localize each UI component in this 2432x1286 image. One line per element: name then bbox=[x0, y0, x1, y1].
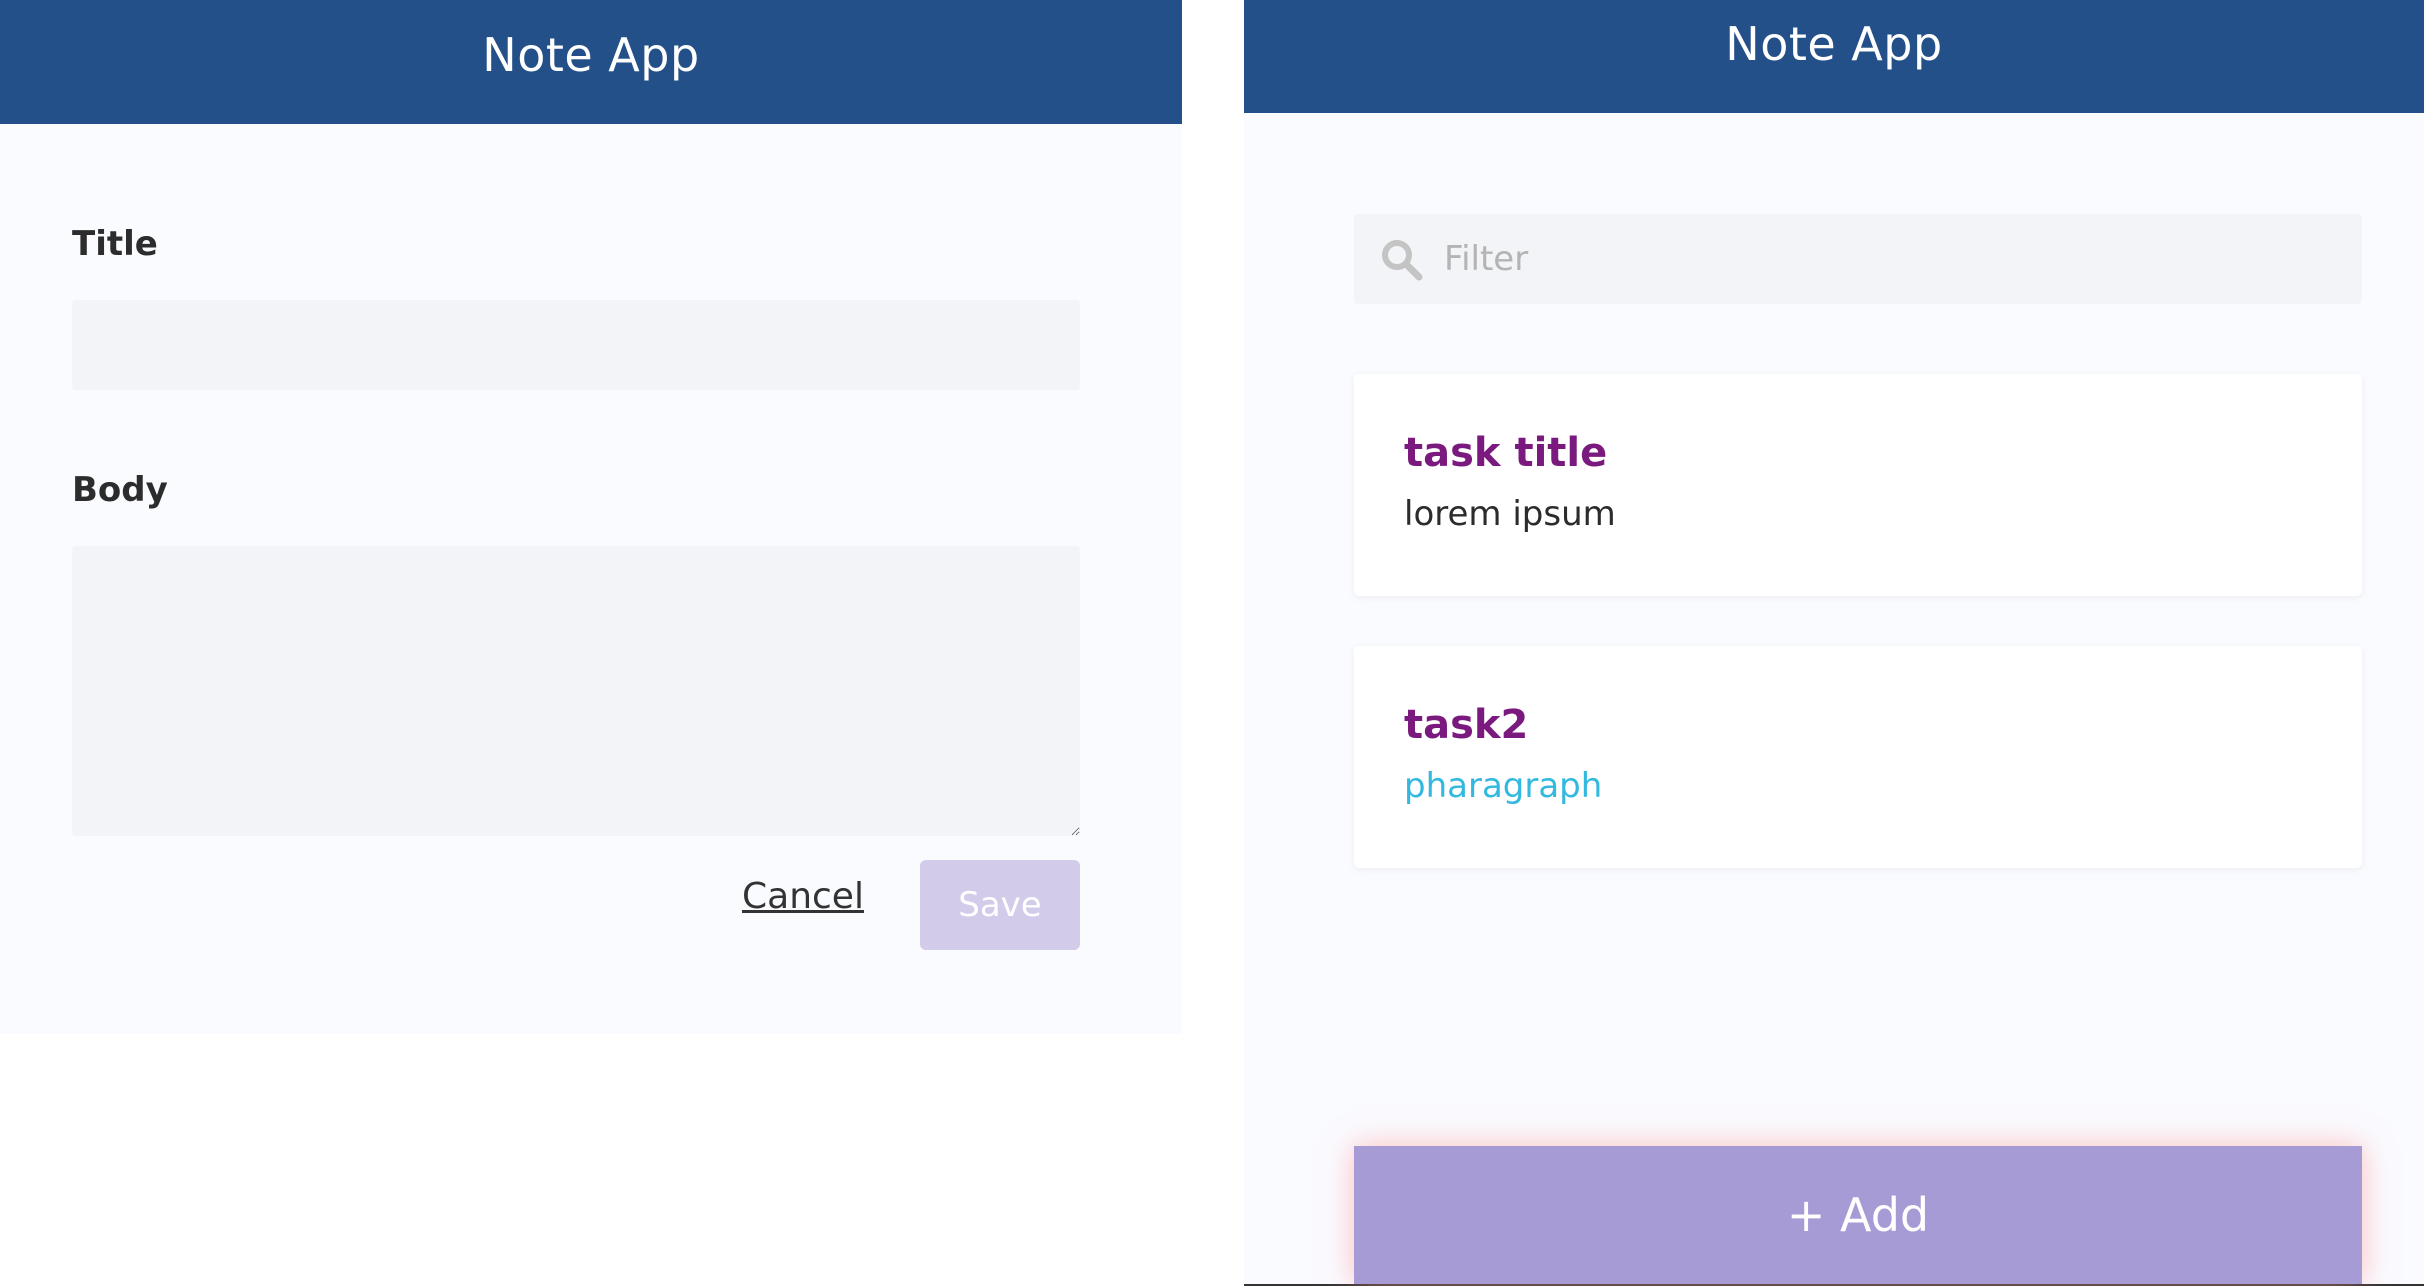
note-body: pharagraph bbox=[1404, 766, 1603, 806]
title-label: Title bbox=[72, 224, 158, 264]
app-title: Note App bbox=[482, 28, 700, 82]
app-title: Note App bbox=[1725, 17, 1943, 71]
note-title: task title bbox=[1404, 430, 1608, 476]
app-header: Note App bbox=[0, 0, 1182, 124]
search-icon bbox=[1382, 240, 1423, 281]
note-card[interactable]: task2 pharagraph bbox=[1354, 646, 2362, 868]
title-input[interactable] bbox=[72, 300, 1080, 390]
note-card[interactable]: task title lorem ipsum bbox=[1354, 374, 2362, 596]
notes-list-screen: Note App task title lorem ipsum task2 ph… bbox=[1244, 0, 2424, 1286]
body-textarea[interactable] bbox=[72, 546, 1080, 836]
cancel-button[interactable]: Cancel bbox=[742, 876, 864, 917]
add-note-button[interactable]: + Add bbox=[1354, 1146, 2362, 1284]
filter-box bbox=[1354, 214, 2362, 304]
note-body: lorem ipsum bbox=[1404, 494, 1616, 534]
note-title: task2 bbox=[1404, 702, 1529, 748]
app-header: Note App bbox=[1244, 0, 2424, 113]
save-button[interactable]: Save bbox=[920, 860, 1080, 950]
note-editor-screen: Note App Title Body Cancel Save bbox=[0, 0, 1182, 1034]
filter-input[interactable] bbox=[1444, 214, 2344, 304]
body-label: Body bbox=[72, 470, 168, 510]
